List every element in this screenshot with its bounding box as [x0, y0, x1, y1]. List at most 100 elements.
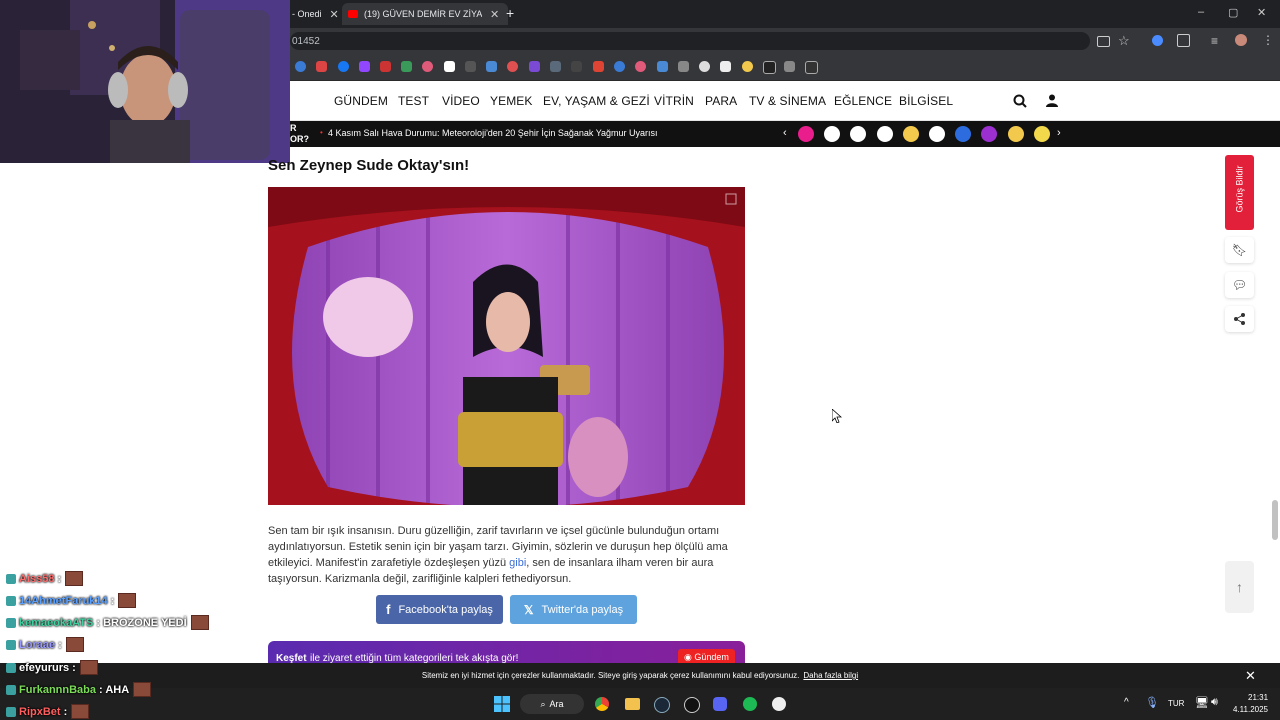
chevron-left-icon[interactable]: ‹ [783, 127, 787, 139]
browser-tab[interactable]: - Onedi ✕ [292, 3, 340, 25]
bookmark-icon[interactable] [465, 61, 476, 72]
tray-chevron-icon[interactable]: ^ [1124, 697, 1129, 708]
chat-username[interactable]: FurkannnBaba [19, 684, 96, 696]
nav-item-tv-sinema[interactable]: TV & SİNEMA [749, 94, 826, 108]
new-tab-button[interactable]: + [506, 5, 514, 21]
bookmark-star-icon[interactable]: ☆ [1118, 33, 1130, 49]
maximize-button[interactable]: ▢ [1228, 6, 1238, 19]
share-twitter-button[interactable]: 𝕏 Twitter'da paylaş [510, 595, 637, 624]
bookmark-icon[interactable] [359, 61, 370, 72]
address-bar[interactable]: 01452 [290, 32, 1090, 50]
story-circle[interactable] [798, 126, 814, 142]
ticker-headline[interactable]: 4 Kasım Salı Hava Durumu: Meteoroloji'de… [328, 128, 658, 138]
nav-item-gundem[interactable]: GÜNDEM [334, 94, 388, 108]
nav-item-bilgisel[interactable]: BİLGİSEL [899, 94, 953, 108]
browser-tab-active[interactable]: (19) GÜVEN DEMİR EV ZİYARETİ ✕ [342, 3, 508, 25]
story-circle[interactable] [981, 126, 998, 142]
user-icon[interactable] [1046, 94, 1058, 107]
minimize-button[interactable]: – [1198, 6, 1204, 18]
extension-icon[interactable] [1152, 35, 1163, 46]
file-explorer-icon[interactable] [625, 698, 640, 710]
story-circle[interactable] [902, 126, 919, 142]
bookmark-icon[interactable] [529, 61, 540, 72]
bookmark-icon[interactable] [720, 61, 731, 72]
steam-icon[interactable] [654, 697, 670, 713]
clock-date[interactable]: 4.11.2025 [1233, 705, 1268, 714]
story-circle[interactable] [850, 126, 867, 142]
story-circle[interactable] [876, 126, 893, 142]
bookmark-icon[interactable] [635, 61, 646, 72]
nav-item-video[interactable]: VİDEO [442, 94, 480, 108]
taskbar-search[interactable]: ⌕ Ara [520, 694, 584, 714]
app-icon[interactable] [684, 697, 700, 713]
cookie-more-info-link[interactable]: Daha fazla bilgi [803, 671, 858, 680]
bookmark-icon[interactable] [699, 61, 710, 72]
nav-item-yemek[interactable]: YEMEK [490, 94, 533, 108]
close-tab-icon[interactable]: ✕ [330, 8, 339, 21]
volume-icon[interactable]: 🔊︎ [1211, 696, 1218, 709]
bookmark-icon[interactable] [571, 61, 582, 72]
bookmark-icon[interactable] [295, 61, 306, 72]
install-app-icon[interactable] [1097, 36, 1110, 47]
nav-item-ev-yasam-gezi[interactable]: EV, YAŞAM & GEZİ [543, 94, 650, 108]
chat-username[interactable]: Aiss58 [19, 573, 54, 585]
profile-avatar[interactable] [1235, 34, 1247, 46]
bookmark-icon[interactable] [401, 61, 412, 72]
story-circle[interactable] [955, 126, 972, 142]
story-circle[interactable] [1007, 126, 1024, 142]
chat-username[interactable]: 14AhmetFaruk14 [19, 595, 108, 607]
network-icon[interactable]: 🖥︎ [1195, 696, 1209, 709]
inline-link[interactable]: gibi [509, 557, 526, 569]
bookmark-icon[interactable] [657, 61, 668, 72]
nav-item-eglence[interactable]: EĞLENCE [834, 94, 892, 108]
search-icon[interactable] [1013, 94, 1027, 108]
chat-username[interactable]: kemaeokaATS [19, 617, 93, 629]
chat-username[interactable]: Loraae [19, 639, 55, 651]
bookmark-icon[interactable] [444, 61, 455, 72]
bookmark-icon[interactable] [784, 61, 795, 72]
bookmark-icon[interactable] [763, 61, 776, 74]
scroll-to-top-button[interactable]: ↑ [1225, 561, 1254, 613]
chat-username[interactable]: efeyururs [19, 662, 69, 674]
story-circle[interactable] [1033, 126, 1050, 142]
bookmark-icon[interactable] [316, 61, 327, 72]
bookmark-icon[interactable] [507, 61, 518, 72]
bookmark-icon[interactable] [805, 61, 818, 74]
bookmark-icon[interactable] [486, 61, 497, 72]
windows-start-icon[interactable] [494, 696, 510, 712]
spotify-icon[interactable] [743, 697, 757, 711]
save-bookmark-button[interactable]: 🔖︎ [1225, 237, 1254, 263]
page-scrollbar[interactable] [1272, 500, 1278, 540]
bookmark-icon[interactable] [678, 61, 689, 72]
media-player-icon[interactable] [772, 697, 786, 711]
bookmark-icon[interactable] [742, 61, 753, 72]
share-facebook-button[interactable]: f Facebook'ta paylaş [376, 595, 503, 624]
bookmark-icon[interactable] [422, 61, 433, 72]
microphone-icon[interactable]: 🎙︎ [1145, 696, 1159, 709]
bookmark-icon[interactable] [614, 61, 625, 72]
share-button[interactable] [1225, 306, 1254, 332]
comments-button[interactable]: 💬︎ [1225, 272, 1254, 298]
bookmark-icon[interactable] [380, 61, 391, 72]
reading-list-icon[interactable]: ≡ [1211, 34, 1218, 48]
bookmark-icon[interactable] [550, 61, 561, 72]
chrome-icon[interactable] [595, 697, 609, 711]
cookie-close-button[interactable]: ✕ [1245, 668, 1256, 684]
discord-icon[interactable] [713, 697, 727, 711]
clock-time[interactable]: 21:31 [1248, 693, 1268, 702]
feedback-button[interactable]: Görüş Bildir [1225, 155, 1254, 230]
chevron-right-icon[interactable]: › [1057, 127, 1061, 139]
close-window-button[interactable]: ✕ [1257, 6, 1266, 19]
bookmark-icon[interactable] [338, 61, 349, 72]
chat-username[interactable]: RipxBet [19, 706, 61, 718]
close-tab-icon[interactable]: ✕ [490, 8, 499, 21]
browser-menu-icon[interactable]: ⋮ [1262, 33, 1274, 47]
nav-item-vitrin[interactable]: VİTRİN [654, 94, 694, 108]
story-circle[interactable] [824, 126, 841, 142]
nav-item-test[interactable]: TEST [398, 94, 429, 108]
bookmark-icon[interactable] [593, 61, 604, 72]
story-circle[interactable] [929, 126, 945, 142]
language-indicator[interactable]: TUR [1168, 699, 1184, 708]
extensions-puzzle-icon[interactable] [1177, 34, 1190, 47]
nav-item-para[interactable]: PARA [705, 94, 737, 108]
